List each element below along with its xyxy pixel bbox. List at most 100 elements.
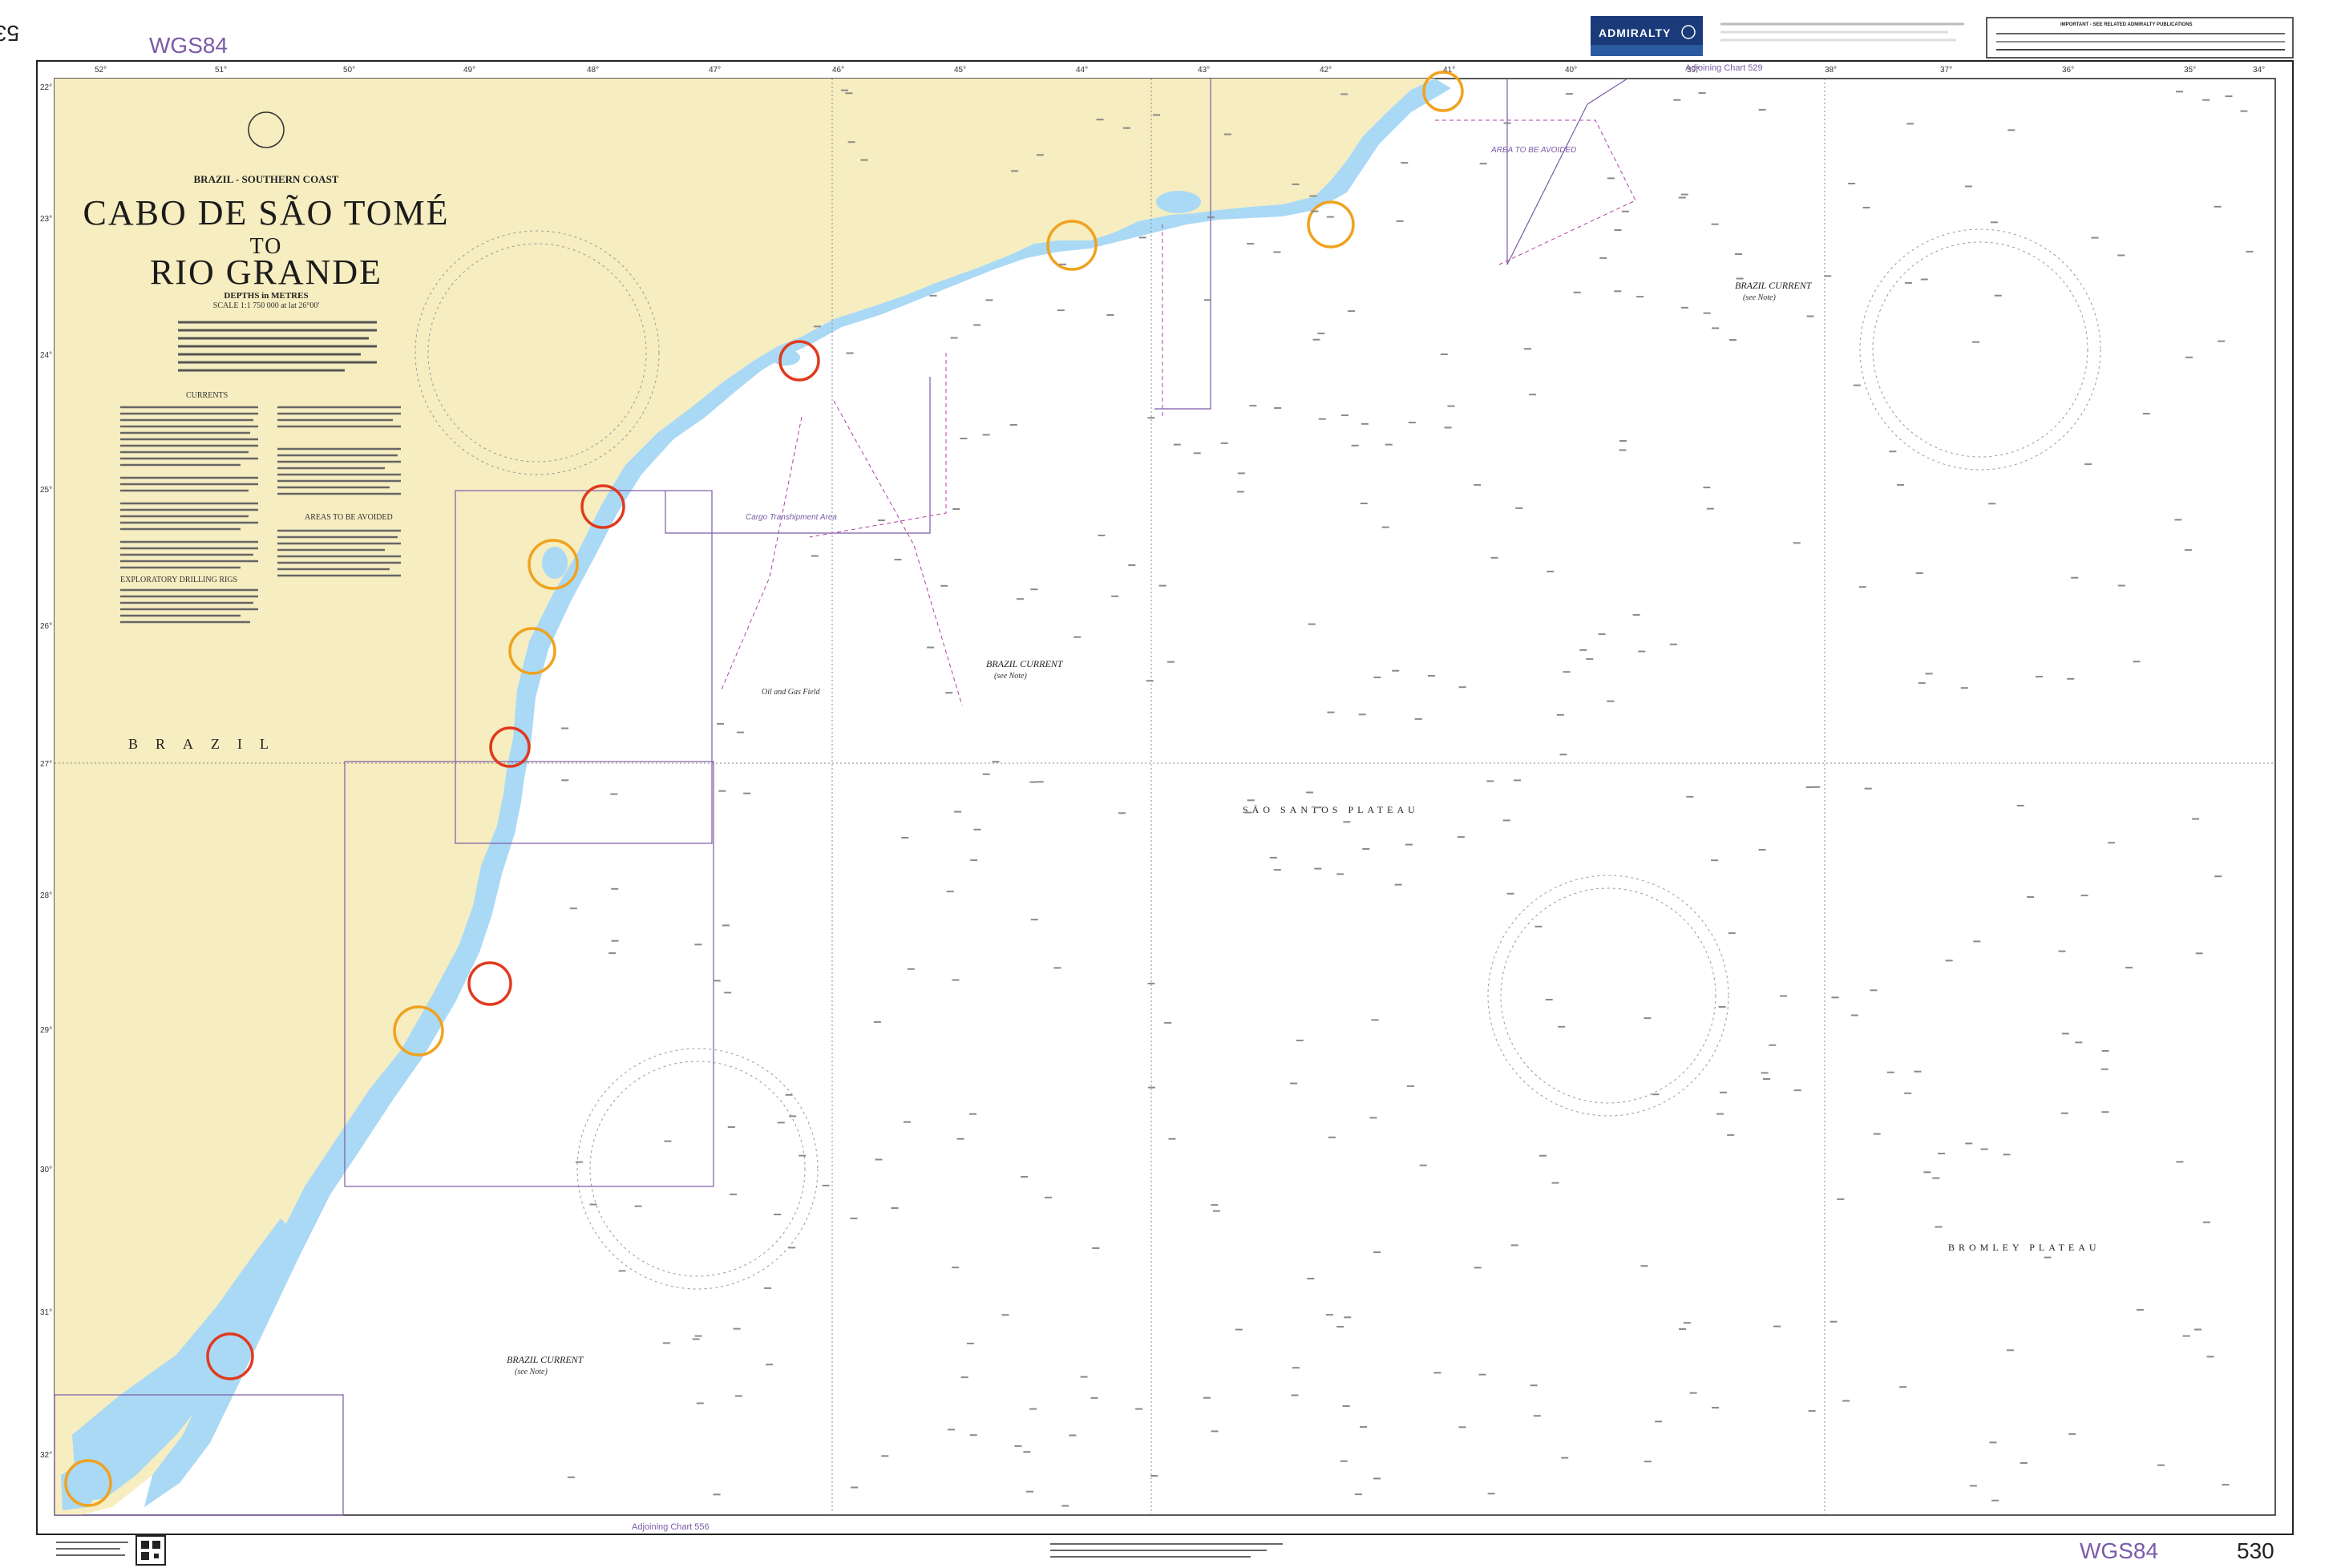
sounding-mark [1478,1373,1486,1376]
sounding-mark [2080,895,2088,897]
sounding-mark [1486,780,1494,782]
sounding-mark [1556,713,1564,716]
sounding-mark [1539,1154,1547,1157]
sounding-mark [1314,806,1322,809]
sounding-mark [2182,1335,2190,1337]
sounding-mark [1150,1475,1158,1477]
sounding-mark [1831,996,1839,999]
sounding-mark [2036,676,2043,678]
sounding-mark [717,722,724,725]
sounding-mark [2192,818,2200,820]
sounding-mark [875,1158,883,1161]
sounding-mark [1017,598,1024,600]
sounding-mark [664,1140,672,1142]
sounding-mark [1599,257,1607,259]
sounding-mark [1980,1148,1988,1150]
sounding-mark [1073,636,1082,638]
bay-rio [1156,191,1201,213]
sounding-mark [982,434,990,436]
svg-text:30°: 30° [40,1166,52,1174]
sounding-mark [1619,440,1627,442]
sounding-mark [1361,422,1369,425]
sounding-mark [1036,154,1044,156]
sounding-mark [2003,1154,2011,1156]
sounding-mark [840,89,848,91]
sounding-mark [2185,549,2192,552]
sounding-mark [973,324,981,326]
sounding-mark [1118,812,1126,814]
sounding-mark [1061,1505,1069,1507]
sounding-mark [734,1395,742,1397]
sounding-mark [1490,556,1498,559]
sounding-mark [1561,1457,1569,1459]
sounding-mark [1273,869,1281,871]
sounding-mark [1534,925,1542,927]
sounding-mark [1220,442,1228,444]
sounding-mark [1029,781,1037,783]
sounding-mark [611,940,619,942]
area-avoided-label: AREA TO BE AVOIDED [1490,146,1576,155]
qr-code [135,1535,166,1566]
sounding-mark [1558,1025,1566,1028]
sounding-mark [1408,422,1416,424]
sounding-mark [1405,843,1413,846]
sounding-mark [1988,503,1996,505]
svg-text:47°: 47° [709,66,721,75]
sounding-mark [907,968,915,970]
sounding-mark [1636,296,1644,298]
sounding-mark [1824,275,1832,277]
sounding-mark [2061,1033,2069,1035]
title-scale: SCALE 1:1 750 000 at lat 26°00' [213,301,320,310]
sounding-mark [1342,1405,1350,1407]
sounding-mark [1905,281,1912,284]
sounding-mark [1373,677,1381,678]
sounding-mark [2218,340,2226,342]
sounding-mark [1758,108,1766,111]
sounding-mark [1703,487,1711,489]
sounding-mark [1092,1247,1100,1249]
sounding-mark [1030,588,1038,591]
sounding-mark [2067,677,2075,680]
sounding-mark [1758,849,1766,851]
sounding-mark [1763,1078,1770,1080]
sounding-mark [1830,1320,1838,1323]
sounding-mark [610,793,618,795]
sounding-mark [1314,867,1322,870]
sounding-mark [1381,526,1389,528]
sounding-mark [982,773,990,775]
sounding-mark [1009,424,1017,426]
sounding-mark [1573,291,1581,293]
sounding-mark [1029,1408,1037,1410]
sounding-mark [1761,1072,1769,1074]
sounding-mark [1312,338,1320,341]
sounding-mark [960,1376,968,1379]
sounding-mark [1211,1430,1219,1433]
sounding-mark [1096,119,1104,121]
sounding-mark [904,1121,911,1123]
sounding-mark [2027,896,2035,898]
sounding-mark [2222,1484,2230,1486]
sounding-mark [1308,623,1316,625]
sounding-mark [973,828,981,830]
sounding-mark [2108,842,2116,844]
sounding-mark [1870,989,1878,992]
sounding-mark [2202,99,2210,101]
sounding-mark [2101,1111,2109,1113]
sounding-mark [1735,253,1742,255]
sounding-mark [1727,1134,1735,1136]
sounding-mark [1736,277,1744,280]
sounding-mark [788,1247,796,1249]
sounding-mark [1683,1322,1691,1324]
sounding-mark [1419,1164,1427,1166]
sounding-mark [1336,1326,1344,1328]
sounding-mark [1720,1091,1727,1093]
sounding-mark [1598,633,1606,636]
sounding-mark [1678,196,1686,199]
sounding-mark [1011,170,1019,172]
sounding-mark [1515,507,1523,509]
sounding-mark [1193,452,1201,455]
sounding-mark [575,1161,583,1163]
sounding-mark [1328,1136,1336,1138]
sounding-mark [1689,1392,1697,1394]
svg-text:48°: 48° [587,66,599,75]
